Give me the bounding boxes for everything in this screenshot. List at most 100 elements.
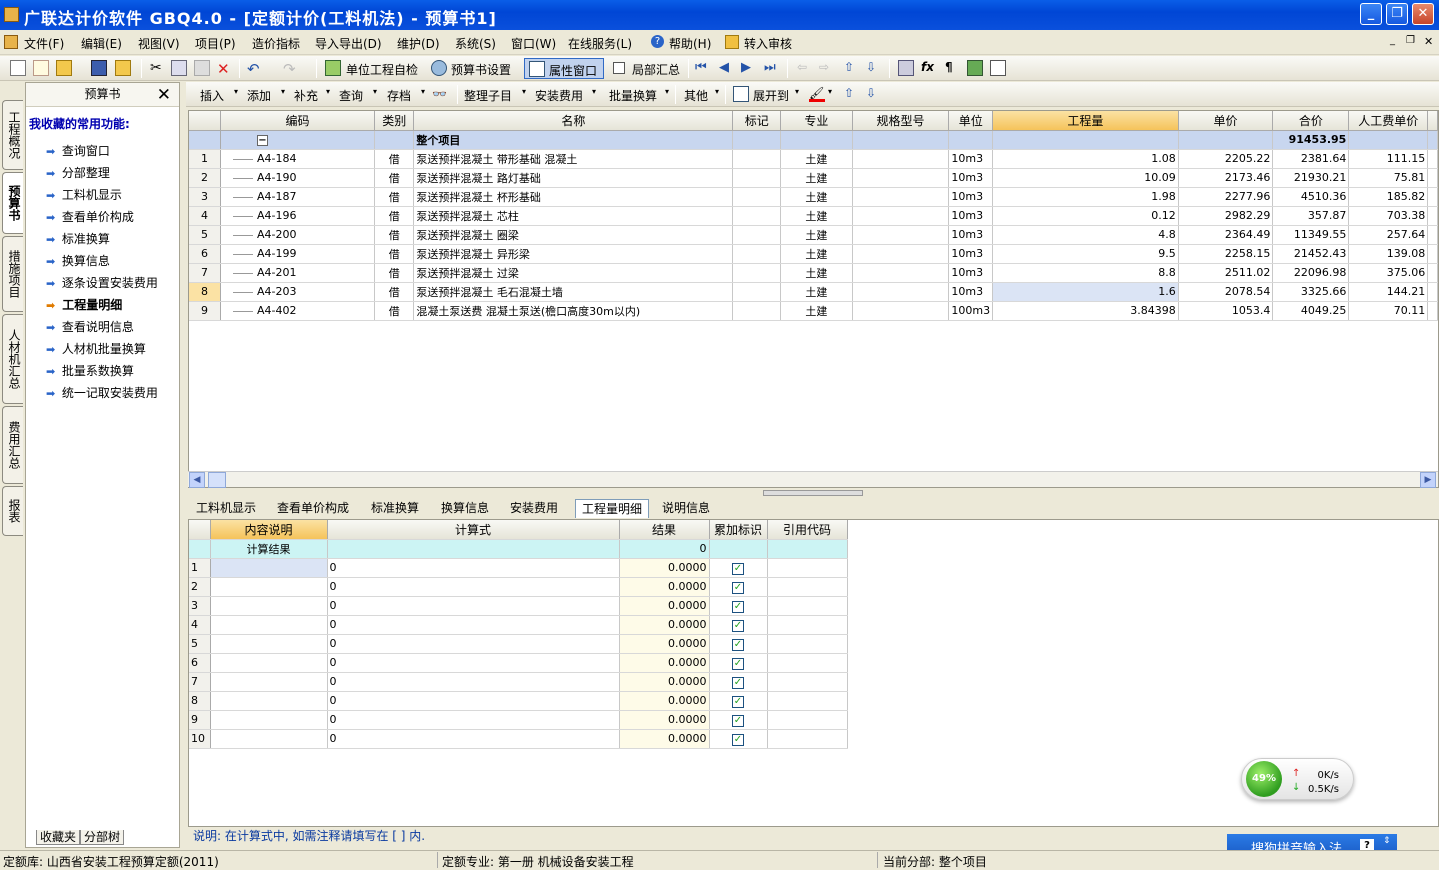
item-quantity[interactable]: 1.98 — [992, 187, 1179, 207]
item-unit-price[interactable]: 1053.4 — [1178, 301, 1274, 321]
close-panel-icon[interactable]: ✕ — [157, 84, 171, 106]
item-type[interactable]: 借 — [374, 206, 415, 226]
fill-color-icon[interactable]: 🖌 — [809, 86, 825, 102]
item-labor-price[interactable]: 375.06 — [1348, 263, 1429, 283]
item-unit[interactable]: 10m3 — [948, 244, 994, 264]
tab-convert-info[interactable]: 换算信息 — [435, 499, 495, 518]
col-total[interactable]: 合价 — [1272, 111, 1350, 131]
item-unit[interactable]: 10m3 — [948, 149, 994, 169]
panel-splitter[interactable] — [180, 82, 186, 848]
detail-accumulate[interactable]: ✓ — [709, 710, 768, 730]
detail-row-number[interactable]: 9 — [189, 710, 211, 730]
list-icon[interactable] — [990, 60, 1006, 76]
detail-ref-code[interactable] — [767, 615, 848, 635]
tab-fee-summary[interactable]: 费用汇总 — [2, 406, 23, 484]
detail-accumulate[interactable]: ✓ — [709, 615, 768, 635]
detail-content[interactable] — [210, 653, 328, 673]
detail-accumulate[interactable]: ✓ — [709, 653, 768, 673]
detail-formula[interactable]: 0 — [327, 672, 620, 692]
table-row[interactable]: 2 A4-190 借泵送预拌混凝土 路灯基础 土建 10m3 10.09 2173.46 21… — [189, 168, 1438, 188]
item-unit[interactable]: 10m3 — [948, 282, 994, 302]
item-type[interactable]: 借 — [374, 282, 415, 302]
detail-accumulate[interactable]: ✓ — [709, 577, 768, 597]
item-unit-price[interactable]: 2078.54 — [1178, 282, 1274, 302]
item-mark[interactable] — [732, 225, 782, 245]
table-row[interactable]: 5 A4-200 借泵送预拌混凝土 圈梁 土建 10m3 4.8 2364.49 11349.… — [189, 225, 1438, 245]
detail-result[interactable]: 0.0000 — [619, 634, 710, 654]
detail-row[interactable]: 7 0 0.0000 ✓ — [189, 672, 848, 692]
item-unit-price[interactable]: 2364.49 — [1178, 225, 1274, 245]
detail-formula[interactable]: 0 — [327, 691, 620, 711]
open-folder-icon[interactable] — [56, 60, 72, 76]
detail-row[interactable]: 9 0 0.0000 ✓ — [189, 710, 848, 730]
item-quantity[interactable]: 4.8 — [992, 225, 1179, 245]
detail-row[interactable]: 8 0 0.0000 ✓ — [189, 691, 848, 711]
calc-result-row[interactable]: 计算结果 0 — [189, 539, 848, 559]
item-spec[interactable] — [852, 206, 950, 226]
tab-resource-summary[interactable]: 人材机汇总 — [2, 314, 23, 404]
item-total[interactable]: 21452.43 — [1272, 244, 1350, 264]
detail-ref-code[interactable] — [767, 558, 848, 578]
table-row[interactable]: 3 A4-187 借泵送预拌混凝土 杯形基础 土建 10m3 1.98 2277.96 451… — [189, 187, 1438, 207]
down-arrow-icon[interactable]: ⇩ — [866, 60, 882, 76]
fav-item[interactable]: ➡ 查看单价构成 — [46, 208, 134, 225]
table-row[interactable]: 4 A4-196 借泵送预拌混凝土 芯柱 土建 10m3 0.12 2982.29 357.8… — [189, 206, 1438, 226]
accumulate-checkbox[interactable]: ✓ — [732, 581, 744, 594]
detail-formula[interactable]: 0 — [327, 558, 620, 578]
row-number[interactable]: 4 — [189, 206, 221, 226]
col-quantity[interactable]: 工程量 — [992, 111, 1179, 131]
item-name[interactable]: 混凝土泵送费 混凝土泵送(檐口高度30m以内) — [413, 301, 734, 321]
row-number[interactable]: 6 — [189, 244, 221, 264]
accumulate-checkbox[interactable]: ✓ — [732, 695, 744, 708]
table-row[interactable]: 8 A4-203 借泵送预拌混凝土 毛石混凝土墙 土建 10m3 1.6 2078.54 33… — [189, 282, 1438, 302]
col-result[interactable]: 结果 — [619, 520, 710, 540]
first-icon[interactable]: ⏮ — [695, 60, 711, 76]
menu-system[interactable]: 系统(S) — [455, 35, 496, 52]
item-unit[interactable]: 10m3 — [948, 168, 994, 188]
accumulate-checkbox[interactable]: ✓ — [732, 600, 744, 613]
paste-icon[interactable] — [194, 60, 210, 76]
item-name[interactable]: 泵送预拌混凝土 路灯基础 — [413, 168, 734, 188]
item-name[interactable]: 泵送预拌混凝土 圈梁 — [413, 225, 734, 245]
tab-description[interactable]: 说明信息 — [656, 499, 716, 518]
item-total[interactable]: 3325.66 — [1272, 282, 1350, 302]
accumulate-checkbox[interactable]: ✓ — [732, 676, 744, 689]
item-mark[interactable] — [732, 282, 782, 302]
detail-accumulate[interactable]: ✓ — [709, 729, 768, 749]
item-code[interactable]: A4-187 — [220, 187, 376, 207]
detail-row-number[interactable]: 6 — [189, 653, 211, 673]
query-dropdown[interactable]: 查询 — [339, 87, 363, 104]
item-quantity[interactable]: 9.5 — [992, 244, 1179, 264]
detail-row[interactable]: 10 0 0.0000 ✓ — [189, 729, 848, 749]
item-type[interactable]: 借 — [374, 225, 415, 245]
new-icon[interactable] — [10, 60, 26, 76]
detail-result[interactable]: 0.0000 — [619, 577, 710, 597]
scroll-left-icon[interactable]: ◀ — [189, 472, 205, 488]
detail-ref-code[interactable] — [767, 653, 848, 673]
item-labor-price[interactable]: 70.11 — [1348, 301, 1429, 321]
item-quantity[interactable]: 8.8 — [992, 263, 1179, 283]
item-labor-price[interactable]: 139.08 — [1348, 244, 1429, 264]
item-mark[interactable] — [732, 206, 782, 226]
item-total[interactable]: 11349.55 — [1272, 225, 1350, 245]
item-major[interactable]: 土建 — [780, 225, 853, 245]
detail-result[interactable]: 0.0000 — [619, 615, 710, 635]
ime-menu-icon[interactable]: ⇕ — [1383, 836, 1391, 846]
item-code[interactable]: A4-203 — [220, 282, 376, 302]
col-code[interactable]: 编码 — [220, 111, 376, 131]
accumulate-checkbox[interactable]: ✓ — [732, 638, 744, 651]
mdi-close-button[interactable]: ✕ — [1424, 35, 1433, 48]
detail-row-number[interactable]: 8 — [189, 691, 211, 711]
detail-ref-code[interactable] — [767, 710, 848, 730]
item-major[interactable]: 土建 — [780, 187, 853, 207]
item-major[interactable]: 土建 — [780, 206, 853, 226]
scroll-thumb[interactable] — [208, 472, 226, 488]
item-name[interactable]: 泵送预拌混凝土 杯形基础 — [413, 187, 734, 207]
item-code[interactable]: A4-199 — [220, 244, 376, 264]
detail-row-number[interactable]: 2 — [189, 577, 211, 597]
tab-reports[interactable]: 报表 — [2, 486, 23, 536]
menu-cost-index[interactable]: 造价指标 — [252, 35, 300, 52]
detail-row-number[interactable]: 7 — [189, 672, 211, 692]
item-code[interactable]: A4-184 — [220, 149, 376, 169]
organize-items-dropdown[interactable]: 整理子目 — [464, 87, 512, 104]
